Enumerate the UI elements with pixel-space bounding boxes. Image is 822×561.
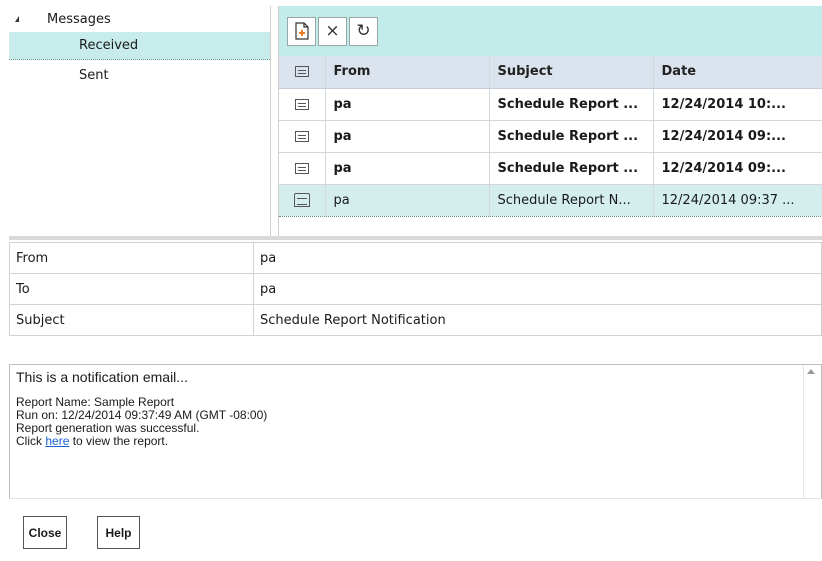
help-button[interactable]: Help — [97, 516, 140, 549]
detail-value: pa — [253, 273, 822, 305]
table-row[interactable]: pa Schedule Report ... 12/24/2014 09:... — [279, 152, 822, 185]
delete-button[interactable]: × — [318, 16, 347, 46]
column-header-date[interactable]: Date — [653, 56, 822, 89]
message-body[interactable]: This is a notification email... Report N… — [9, 364, 822, 499]
message-toolbar: × ↻ — [279, 6, 822, 56]
cell-subject: Schedule Report N... — [489, 184, 654, 217]
cell-subject: Schedule Report ... — [489, 120, 654, 153]
detail-row-from: From pa — [9, 242, 822, 274]
dialog-footer: Close Help — [9, 498, 822, 561]
unread-envelope-icon — [294, 162, 309, 174]
cell-from: pa — [325, 184, 490, 217]
table-header-row: From Subject Date — [279, 56, 822, 89]
table-row-selected[interactable]: pa Schedule Report N... 12/24/2014 09:37… — [279, 184, 822, 217]
collapse-caret-icon[interactable] — [15, 16, 19, 22]
close-icon: × — [325, 21, 340, 41]
column-header-from[interactable]: From — [325, 56, 490, 89]
pane-splitter[interactable] — [9, 236, 822, 240]
cell-from: pa — [325, 152, 490, 185]
cell-date: 12/24/2014 10:... — [653, 88, 822, 121]
refresh-icon: ↻ — [356, 21, 371, 41]
tree-item-sent[interactable]: Sent — [9, 60, 270, 90]
detail-label: Subject — [9, 304, 254, 336]
cell-subject: Schedule Report ... — [489, 88, 654, 121]
unread-envelope-icon — [294, 130, 309, 142]
message-status-cell — [279, 120, 326, 153]
message-details: From pa To pa Subject Schedule Report No… — [9, 242, 822, 336]
unread-envelope-icon — [294, 98, 309, 110]
cell-date: 12/24/2014 09:... — [653, 120, 822, 153]
tree-root-label: Messages — [47, 11, 111, 27]
column-header-subject[interactable]: Subject — [489, 56, 654, 89]
tree-root-messages[interactable]: Messages — [9, 6, 270, 32]
vertical-scrollbar[interactable] — [803, 365, 821, 499]
read-envelope-icon — [293, 193, 310, 207]
message-table: From Subject Date pa Schedule Report ...… — [279, 56, 822, 217]
detail-value: pa — [253, 242, 822, 274]
cell-date: 12/24/2014 09:... — [653, 152, 822, 185]
tree-item-label: Received — [79, 38, 139, 53]
tree-item-received[interactable]: Received — [9, 32, 270, 60]
new-message-button[interactable] — [287, 16, 316, 46]
click-prefix: Click — [16, 434, 46, 448]
cell-from: pa — [325, 88, 490, 121]
detail-value: Schedule Report Notification — [253, 304, 822, 336]
detail-row-subject: Subject Schedule Report Notification — [9, 304, 822, 336]
message-status-cell — [279, 152, 326, 185]
new-page-icon — [294, 22, 309, 40]
scroll-up-arrow-icon[interactable] — [807, 369, 815, 374]
detail-label: To — [9, 273, 254, 305]
body-intro: This is a notification email... — [16, 369, 188, 385]
header-icon-column[interactable] — [279, 56, 326, 89]
click-suffix: to view the report. — [69, 434, 169, 448]
detail-row-to: To pa — [9, 273, 822, 305]
report-link[interactable]: here — [45, 434, 69, 448]
body-click-line: Click here to view the report. — [16, 435, 815, 448]
cell-date: 12/24/2014 09:37 ... — [653, 184, 822, 217]
message-status-cell — [279, 184, 326, 217]
refresh-button[interactable]: ↻ — [349, 16, 378, 46]
close-button[interactable]: Close — [23, 516, 67, 549]
message-list-pane: × ↻ From Subject Date pa Schedule Report — [278, 6, 822, 236]
table-row[interactable]: pa Schedule Report ... 12/24/2014 09:... — [279, 120, 822, 153]
cell-subject: Schedule Report ... — [489, 152, 654, 185]
envelope-icon — [294, 66, 309, 78]
message-status-cell — [279, 88, 326, 121]
table-row[interactable]: pa Schedule Report ... 12/24/2014 10:... — [279, 88, 822, 121]
cell-from: pa — [325, 120, 490, 153]
detail-label: From — [9, 242, 254, 274]
tree-item-label: Sent — [79, 67, 109, 83]
folder-tree: Messages Received Sent — [9, 6, 271, 236]
